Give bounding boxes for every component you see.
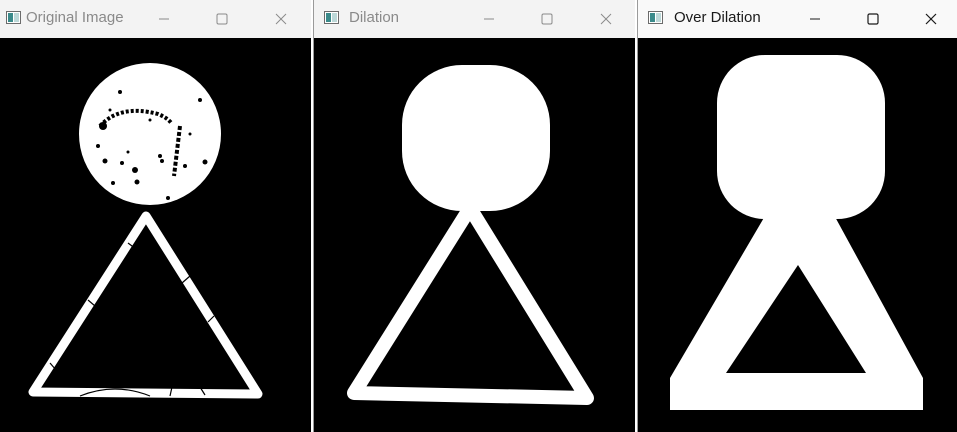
minimize-button[interactable]: [141, 0, 187, 38]
close-icon: [275, 13, 287, 25]
window-title: Original Image: [26, 9, 124, 26]
image-canvas: [638, 38, 957, 432]
maximize-icon: [867, 13, 879, 25]
close-icon: [600, 13, 612, 25]
maximize-icon: [541, 13, 553, 25]
maximize-icon: [216, 13, 228, 25]
window-title: Over Dilation: [674, 9, 761, 26]
window-original-image[interactable]: Original Image: [0, 0, 311, 432]
window-dilation[interactable]: Dilation: [313, 0, 635, 432]
maximize-button[interactable]: [199, 0, 245, 38]
minimize-button[interactable]: [466, 0, 512, 38]
titlebar[interactable]: Original Image: [0, 0, 311, 38]
close-button[interactable]: [258, 0, 304, 38]
app-icon: [648, 11, 663, 24]
close-button[interactable]: [583, 0, 629, 38]
over-dilation-image: [670, 55, 923, 410]
original-image: [28, 63, 263, 399]
image-canvas: [314, 38, 635, 432]
window-title: Dilation: [349, 9, 400, 26]
minimize-icon: [810, 18, 820, 20]
close-icon: [925, 13, 937, 25]
minimize-button[interactable]: [792, 0, 838, 38]
dilation-image: [347, 65, 594, 405]
maximize-button[interactable]: [850, 0, 896, 38]
app-icon: [324, 11, 339, 24]
app-icon: [6, 11, 21, 24]
titlebar[interactable]: Over Dilation: [638, 0, 957, 38]
desktop: Original Image Dilation Over Dilation: [0, 0, 957, 432]
image-canvas: [0, 38, 311, 432]
minimize-icon: [484, 18, 494, 20]
close-button[interactable]: [908, 0, 954, 38]
maximize-button[interactable]: [524, 0, 570, 38]
minimize-icon: [159, 18, 169, 20]
titlebar[interactable]: Dilation: [314, 0, 635, 38]
window-over-dilation[interactable]: Over Dilation: [637, 0, 957, 432]
